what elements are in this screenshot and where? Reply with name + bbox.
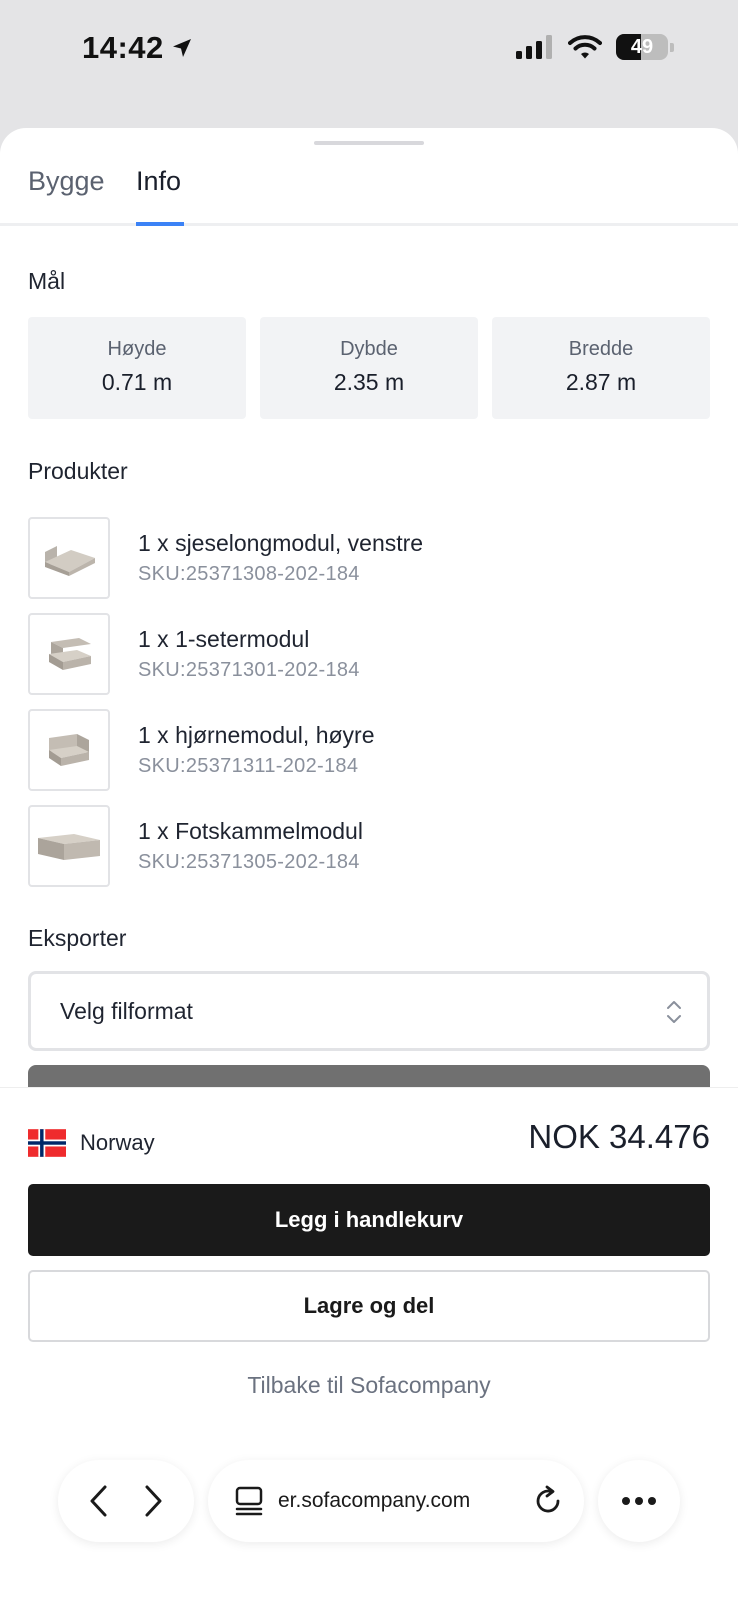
chaise-module-icon [28, 517, 110, 599]
dimension-card-width: Bredde 2.87 m [492, 317, 710, 419]
dimension-value: 2.35 m [333, 369, 405, 395]
product-item: 1 x hjørnemodul, høyre SKU:25371311-202-… [28, 702, 710, 798]
dimension-value: 2.87 m [565, 369, 637, 395]
wifi-icon [568, 35, 602, 59]
product-item: 1 x sjeselongmodul, venstre SKU:25371308… [28, 510, 710, 606]
dimension-card-height: Høyde 0.71 m [28, 317, 246, 419]
battery-level: 49 [630, 35, 654, 58]
save-and-share-button[interactable]: Lagre og del [28, 1270, 710, 1342]
configurator-sheet: Bygge Info Mål Høyde 0.71 m Dybde 2.35 m… [0, 128, 738, 1600]
reload-icon[interactable] [534, 1485, 564, 1517]
file-format-select-value: Velg filformat [60, 997, 193, 1024]
product-sku: SKU:25371311-202-184 [138, 755, 359, 777]
tab-overview-icon[interactable] [234, 1485, 264, 1517]
active-tab-indicator [136, 222, 184, 226]
battery-tip [670, 42, 674, 52]
product-list: 1 x sjeselongmodul, venstre SKU:25371308… [28, 510, 710, 894]
product-name: 1 x Fotskammelmodul [138, 818, 363, 844]
browser-toolbar: er.sofacompany.com [58, 1460, 680, 1542]
location-arrow-icon [172, 39, 191, 57]
country-name: Norway [80, 1130, 155, 1155]
products-heading: Produkter [28, 458, 128, 484]
product-item: 1 x 1-setermodul SKU:25371301-202-184 [28, 606, 710, 702]
battery-icon: 49 [616, 34, 668, 60]
back-arrow-icon[interactable] [86, 1483, 112, 1519]
dimensions-grid: Høyde 0.71 m Dybde 2.35 m Bredde 2.87 m [28, 317, 710, 419]
corner-module-icon [28, 709, 110, 791]
dimension-label: Høyde [107, 338, 167, 360]
tab-info[interactable]: Info [136, 166, 181, 197]
status-time: 14:42 [82, 30, 194, 66]
one-seater-module-icon [28, 613, 110, 695]
product-sku: SKU:25371301-202-184 [138, 659, 360, 681]
tab-bygge[interactable]: Bygge [28, 166, 105, 197]
dimensions-heading: Mål [28, 268, 66, 294]
more-dots-icon [622, 1497, 656, 1505]
footstool-module-icon [28, 805, 110, 887]
chevron-up-down-icon [667, 1001, 681, 1023]
time-text: 14:42 [82, 30, 164, 65]
norway-flag-icon [28, 1129, 66, 1157]
back-to-sofacompany-link[interactable]: Tilbake til Sofacompany [0, 1372, 738, 1399]
cellular-signal-icon [516, 35, 552, 59]
dimension-label: Dybde [340, 338, 398, 360]
dimension-value: 0.71 m [101, 369, 173, 395]
file-format-select[interactable]: Velg filformat [28, 971, 710, 1051]
address-bar[interactable]: er.sofacompany.com [208, 1460, 584, 1542]
product-sku: SKU:25371305-202-184 [138, 851, 360, 873]
product-name: 1 x 1-setermodul [138, 626, 310, 652]
more-options-button[interactable] [598, 1460, 680, 1542]
navigation-pill [58, 1460, 194, 1542]
product-sku: SKU:25371308-202-184 [138, 563, 360, 585]
forward-arrow-icon[interactable] [140, 1483, 166, 1519]
dimension-label: Bredde [568, 338, 634, 360]
product-name: 1 x sjeselongmodul, venstre [138, 530, 424, 556]
url-text: er.sofacompany.com [278, 1489, 471, 1512]
total-price: NOK 34.476 [528, 1118, 710, 1155]
product-name: 1 x hjørnemodul, høyre [138, 722, 375, 748]
export-heading: Eksporter [28, 925, 127, 951]
status-bar: 14:42 49 [0, 0, 738, 100]
tab-bar: Bygge Info [0, 128, 738, 226]
country-selector[interactable]: Norway [28, 1129, 155, 1157]
product-item: 1 x Fotskammelmodul SKU:25371305-202-184 [28, 798, 710, 894]
dimension-card-depth: Dybde 2.35 m [260, 317, 478, 419]
status-icons: 49 [516, 34, 674, 60]
add-to-cart-button[interactable]: Legg i handlekurv [28, 1184, 710, 1256]
